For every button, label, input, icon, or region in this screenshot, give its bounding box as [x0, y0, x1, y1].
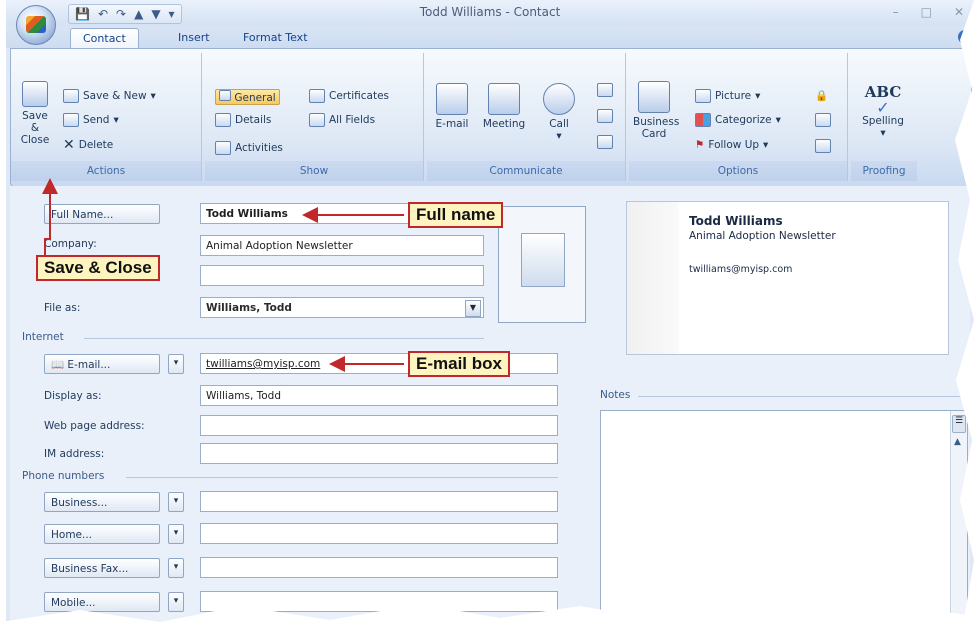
- callout-email-box: E-mail box: [408, 351, 510, 377]
- callout-save-close: Save & Close: [36, 255, 160, 281]
- callout-full-name: Full name: [408, 202, 504, 228]
- save-close-arrow: [42, 178, 58, 262]
- callout-arrows: [42, 178, 404, 372]
